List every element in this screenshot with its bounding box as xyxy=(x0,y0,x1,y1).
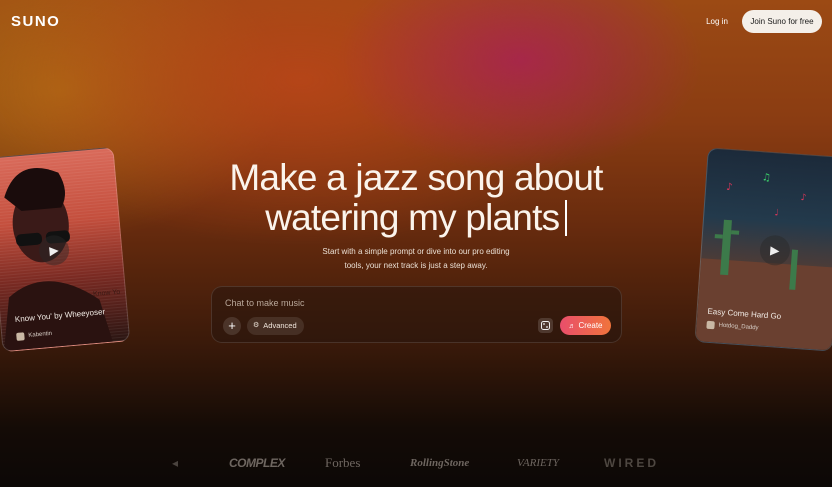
tune-icon: ⚙ xyxy=(253,322,260,329)
avatar xyxy=(16,332,25,341)
add-button[interactable]: + xyxy=(223,317,241,335)
hero-title-line2-text: watering my plants xyxy=(265,197,560,238)
hero-subtitle: Start with a simple prompt or dive into … xyxy=(0,245,832,273)
random-prompt-button[interactable] xyxy=(538,318,553,333)
press-logo-wired: WIRED xyxy=(604,456,659,470)
plus-icon: + xyxy=(228,318,236,333)
hero-subtitle-line1: Start with a simple prompt or dive into … xyxy=(322,247,510,256)
hero-title-line1: Make a jazz song about xyxy=(229,157,603,198)
press-logo-forbes: Forbes xyxy=(325,455,361,470)
press-logo-rollingstone: RollingStone xyxy=(410,457,470,469)
avatar xyxy=(706,320,715,330)
advanced-label: Advanced xyxy=(263,321,297,330)
hero-title-line2: watering my plants xyxy=(0,198,832,238)
advanced-button[interactable]: ⚙ Advanced xyxy=(247,317,304,335)
press-logo-variety: VARIETY xyxy=(517,457,559,469)
login-button[interactable]: Log in xyxy=(698,11,736,32)
text-caret xyxy=(565,200,567,236)
create-button[interactable]: ♬ Create xyxy=(560,316,611,335)
press-logo-partial: ◂ xyxy=(172,456,179,470)
hero-subtitle-line2: tools, your next track is just a step aw… xyxy=(344,261,488,270)
music-note-icon: ♬ xyxy=(568,323,576,330)
chat-input[interactable]: Chat to make music xyxy=(225,298,305,308)
dice-icon xyxy=(541,321,550,330)
press-logo-complex: COMPLEX xyxy=(229,456,285,470)
create-label: Create xyxy=(578,321,603,330)
chat-prompt-box[interactable]: Chat to make music + ⚙ Advanced ♬ Create xyxy=(211,286,622,343)
suno-logo[interactable]: SUNO xyxy=(11,13,60,30)
join-button[interactable]: Join Suno for free xyxy=(742,10,822,33)
